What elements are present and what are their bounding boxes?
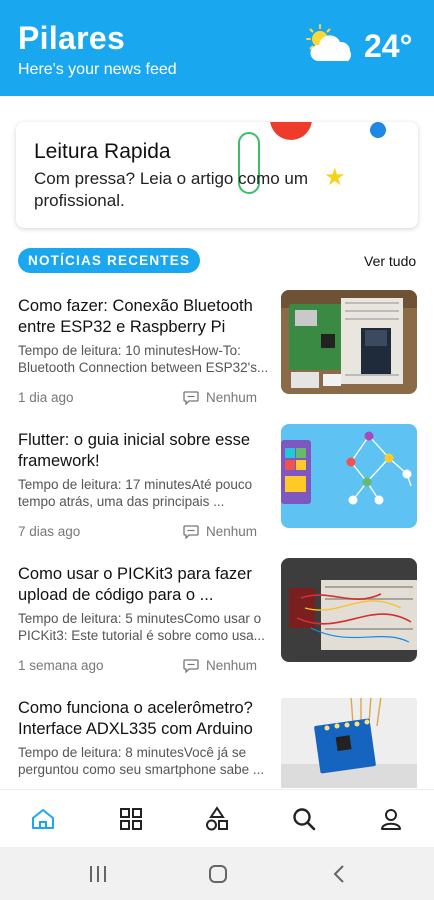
- profile-icon[interactable]: [378, 806, 404, 832]
- search-icon[interactable]: [291, 806, 317, 832]
- back-icon[interactable]: [328, 863, 352, 885]
- see-all-link[interactable]: Ver tudo: [364, 253, 416, 269]
- quick-read-title: Leitura Rapida: [34, 140, 171, 163]
- decor-red-circle: [270, 122, 312, 140]
- article-thumbnail[interactable]: [281, 558, 417, 662]
- article-excerpt: Tempo de leitura: 10 minutesHow-To: Blue…: [18, 343, 269, 375]
- article-thumbnail[interactable]: [281, 698, 417, 788]
- article-excerpt: Tempo de leitura: 5 minutesComo usar o P…: [18, 611, 265, 643]
- recent-apps-icon[interactable]: [86, 863, 110, 885]
- shapes-icon[interactable]: [204, 806, 230, 832]
- article-item[interactable]: Como funciona o acelerômetro? Interface …: [0, 698, 434, 788]
- quick-read-card[interactable]: Leitura Rapida Com pressa? Leia o artigo…: [16, 122, 418, 228]
- app-title: Pilares: [18, 20, 126, 56]
- article-date: 7 dias ago: [18, 524, 81, 539]
- article-thumbnail[interactable]: [281, 424, 417, 528]
- article-date: 1 dia ago: [18, 390, 74, 405]
- article-date: 1 semana ago: [18, 658, 104, 673]
- article-title[interactable]: Como fazer: Conexão Bluetooth entre ESP3…: [18, 296, 268, 338]
- home-icon[interactable]: [30, 806, 56, 832]
- article-title[interactable]: Como usar o PICKit3 para fazer upload de…: [18, 564, 268, 606]
- section-badge-recent-news: NOTÍCIAS RECENTES: [18, 248, 201, 273]
- article-title[interactable]: Como funciona o acelerômetro? Interface …: [18, 698, 268, 740]
- app-header: Pilares Here's your news feed 24°: [0, 0, 434, 96]
- comment-icon: [183, 391, 199, 405]
- article-comments-count[interactable]: Nenhum: [206, 390, 257, 405]
- system-navigation-bar: [0, 847, 434, 900]
- article-item[interactable]: Como fazer: Conexão Bluetooth entre ESP3…: [0, 290, 434, 414]
- decor-blue-dot: [370, 122, 386, 138]
- article-item[interactable]: Como usar o PICKit3 para fazer upload de…: [0, 558, 434, 682]
- comment-icon: [183, 525, 199, 539]
- article-excerpt: Tempo de leitura: 17 minutesAté pouco te…: [18, 477, 253, 509]
- comment-icon: [183, 659, 199, 673]
- article-thumbnail[interactable]: [281, 290, 417, 394]
- star-icon: ★: [324, 164, 346, 191]
- temperature: 24°: [364, 28, 413, 64]
- home-button-icon[interactable]: [206, 863, 230, 885]
- article-comments-count[interactable]: Nenhum: [206, 524, 257, 539]
- app-subtitle: Here's your news feed: [18, 61, 177, 78]
- article-comments-count[interactable]: Nenhum: [206, 658, 257, 673]
- bottom-navigation: [0, 789, 434, 847]
- article-item[interactable]: Flutter: o guia inicial sobre esse frame…: [0, 424, 434, 548]
- grid-icon[interactable]: [118, 806, 144, 832]
- article-title[interactable]: Flutter: o guia inicial sobre esse frame…: [18, 430, 268, 472]
- article-excerpt: Tempo de leitura: 8 minutesVocê já se pe…: [18, 745, 265, 777]
- partly-cloudy-icon: [306, 24, 351, 61]
- quick-read-text: Com pressa? Leia o artigo como um profis…: [34, 169, 309, 210]
